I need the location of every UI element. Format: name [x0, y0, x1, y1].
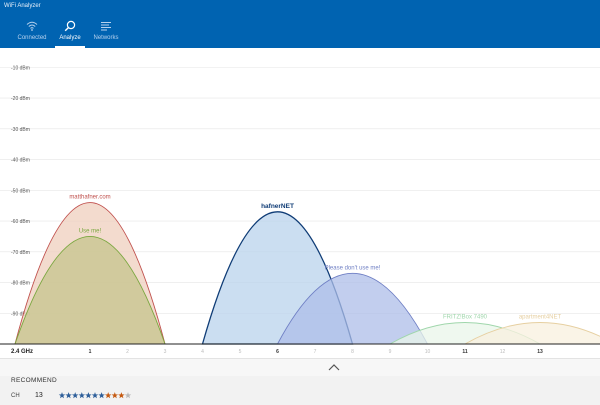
y-tick-label: -20 dBm	[11, 96, 30, 102]
recommend-title: RECOMMEND	[11, 377, 58, 384]
tab-networks[interactable]: Networks	[85, 14, 127, 48]
star-icon	[111, 392, 119, 399]
y-tick-label: -30 dBm	[11, 127, 30, 133]
x-tick-label: 1	[89, 349, 92, 355]
x-tick-label: 9	[389, 349, 392, 355]
x-tick-label: 13	[537, 349, 543, 355]
collapse-bar	[0, 358, 600, 377]
y-tick-label: -10 dBm	[11, 65, 30, 71]
network-label: matthafner.com	[69, 195, 110, 201]
recommend-ch-label: CH	[11, 393, 20, 399]
star-icon	[124, 392, 132, 399]
y-tick-label: -60 dBm	[11, 219, 30, 225]
star-icon	[65, 392, 72, 399]
network-label: apartment4NET	[519, 314, 562, 320]
network-label: hafnerNET	[261, 203, 294, 210]
recommend-panel: RECOMMEND CH 13	[0, 376, 600, 405]
title-bar: WiFi Analyzer Connected Analyze Networks	[0, 0, 600, 48]
x-tick-label: 12	[500, 349, 506, 355]
rating-stars	[58, 392, 132, 399]
x-tick-label: 6	[276, 349, 279, 355]
recommend-channel: 13	[35, 392, 43, 399]
app-title: WiFi Analyzer	[4, 3, 41, 9]
signal-curve	[14, 236, 166, 345]
star-icon	[78, 392, 86, 399]
network-label: FRITZ!Box 7490	[443, 314, 488, 320]
tab-connected-label: Connected	[17, 35, 47, 41]
chevron-up-icon[interactable]	[325, 361, 343, 375]
x-tick-label: 10	[425, 349, 431, 355]
star-icon	[85, 392, 92, 399]
x-tick-label: 11	[462, 349, 468, 355]
star-icon	[118, 392, 125, 399]
star-icon	[58, 392, 66, 399]
star-icon	[71, 392, 79, 399]
x-tick-label: 5	[239, 349, 242, 355]
tab-networks-label: Networks	[93, 35, 119, 41]
signal-chart: -10 dBm -20 dBm -30 dBm -40 dBm -50 dBm -60 d…	[0, 48, 600, 358]
wifi-icon	[26, 21, 38, 31]
tab-connected[interactable]: Connected	[11, 14, 53, 48]
x-tick-label: 8	[351, 349, 354, 355]
y-tick-label: -50 dBm	[11, 188, 30, 194]
x-tick-label: 4	[201, 349, 204, 355]
band-label: 2.4 GHz	[11, 349, 33, 355]
search-icon	[64, 20, 76, 32]
star-icon	[104, 392, 112, 399]
network-label: Please don't use me!	[325, 265, 381, 271]
network-label: Use me!	[79, 228, 102, 234]
x-tick-label: 2	[126, 349, 129, 355]
star-icon	[98, 392, 105, 399]
y-tick-label: -70 dBm	[11, 250, 30, 256]
tab-bar: Connected Analyze Networks	[0, 14, 600, 48]
signal-chart-svg: -10 dBm -20 dBm -30 dBm -40 dBm -50 dBm -60 d…	[0, 65, 600, 355]
x-tick-label: 3	[164, 349, 167, 355]
y-tick-label: -80 dBm	[11, 281, 30, 287]
y-tick-label: -40 dBm	[11, 158, 30, 164]
x-tick-label: 7	[314, 349, 317, 355]
list-icon	[101, 22, 111, 31]
star-icon	[91, 392, 99, 399]
